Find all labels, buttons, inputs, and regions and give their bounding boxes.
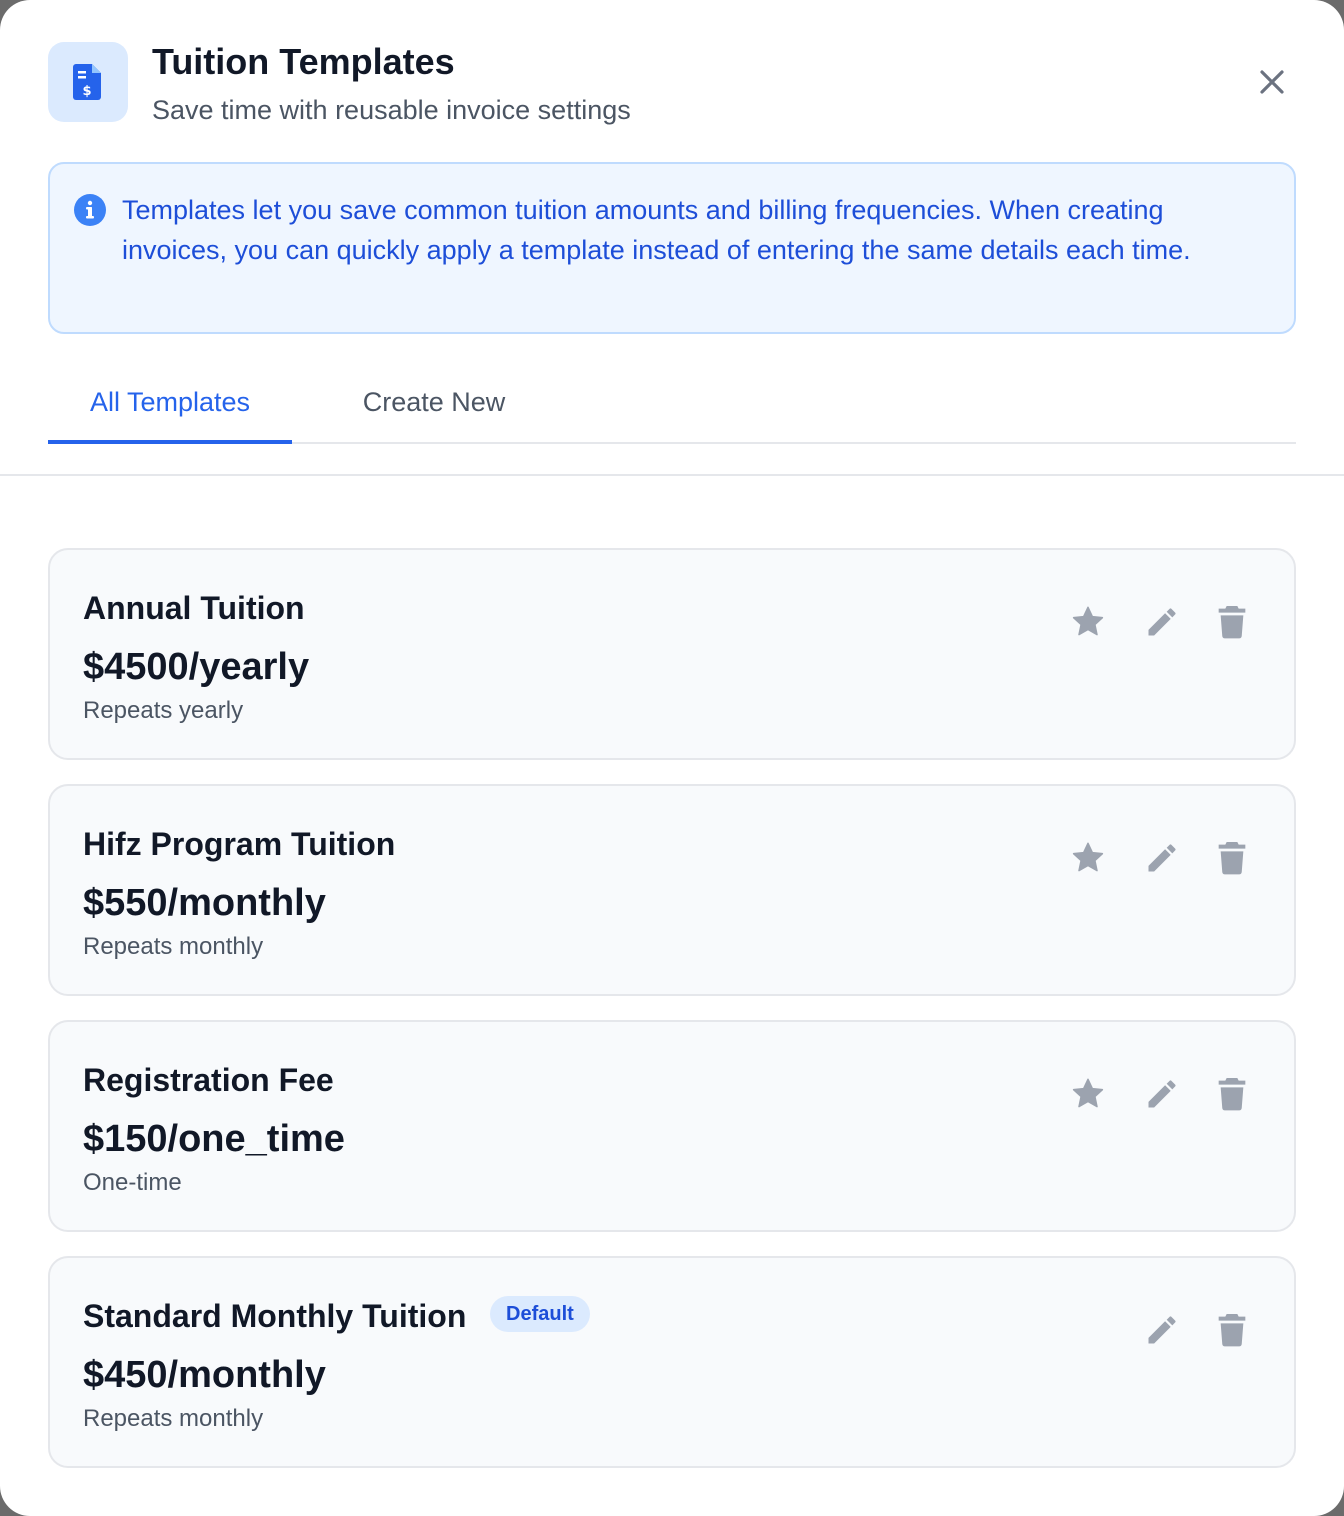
tab-bar: All Templates Create New — [48, 362, 1296, 444]
pencil-icon — [1148, 1080, 1176, 1108]
delete-button[interactable] — [1212, 1310, 1252, 1350]
template-card: Registration Fee $150/one_time One-time — [48, 1020, 1296, 1232]
trash-icon — [1218, 1314, 1246, 1347]
template-frequency: Repeats yearly — [83, 697, 244, 724]
edit-button[interactable] — [1142, 838, 1182, 878]
template-amount: $4500/yearly — [83, 646, 310, 688]
template-name: Hifz Program Tuition — [83, 826, 396, 862]
template-amount: $550/monthly — [83, 882, 326, 924]
set-default-button[interactable] — [1068, 1074, 1108, 1114]
star-icon — [1072, 1078, 1104, 1108]
pencil-icon — [1148, 1316, 1176, 1344]
default-badge: Default — [490, 1296, 590, 1332]
delete-button[interactable] — [1212, 838, 1252, 878]
template-card: Standard Monthly Tuition Default $450/mo… — [48, 1256, 1296, 1468]
invoice-dollar-icon: $ — [48, 42, 128, 122]
edit-button[interactable] — [1142, 1074, 1182, 1114]
divider — [0, 474, 1344, 476]
trash-icon — [1218, 1078, 1246, 1111]
template-card: Hifz Program Tuition $550/monthly Repeat… — [48, 784, 1296, 996]
trash-icon — [1218, 606, 1246, 639]
delete-button[interactable] — [1212, 1074, 1252, 1114]
star-icon — [1072, 842, 1104, 872]
template-frequency: Repeats monthly — [83, 933, 264, 960]
edit-button[interactable] — [1142, 602, 1182, 642]
edit-button[interactable] — [1142, 1310, 1182, 1350]
template-frequency: One-time — [83, 1169, 182, 1196]
pencil-icon — [1148, 844, 1176, 872]
template-name: Annual Tuition — [83, 590, 305, 626]
trash-icon — [1218, 842, 1246, 875]
info-icon — [74, 194, 106, 226]
close-icon — [1260, 70, 1284, 94]
tab-all-templates[interactable]: All Templates — [48, 362, 292, 444]
set-default-button[interactable] — [1068, 838, 1108, 878]
tab-create-new[interactable]: Create New — [324, 362, 544, 444]
close-button[interactable] — [1254, 64, 1290, 100]
templates-modal: $ Tuition Templates Save time with reusa… — [0, 0, 1344, 1516]
template-name: Standard Monthly Tuition — [83, 1298, 467, 1334]
template-card: Annual Tuition $4500/yearly Repeats year… — [48, 548, 1296, 760]
template-frequency: Repeats monthly — [83, 1405, 264, 1432]
svg-text:$: $ — [82, 84, 91, 99]
set-default-button[interactable] — [1068, 602, 1108, 642]
page-subtitle: Save time with reusable invoice settings — [152, 95, 631, 125]
template-name: Registration Fee — [83, 1062, 334, 1098]
pencil-icon — [1148, 608, 1176, 636]
info-text: Templates let you save common tuition am… — [122, 195, 1191, 265]
delete-button[interactable] — [1212, 602, 1252, 642]
info-banner: Templates let you save common tuition am… — [48, 162, 1296, 334]
page-title: Tuition Templates — [152, 41, 455, 82]
star-icon — [1072, 606, 1104, 636]
template-amount: $150/one_time — [83, 1118, 345, 1160]
template-amount: $450/monthly — [83, 1354, 326, 1396]
modal-header: $ Tuition Templates Save time with reusa… — [48, 42, 1296, 132]
